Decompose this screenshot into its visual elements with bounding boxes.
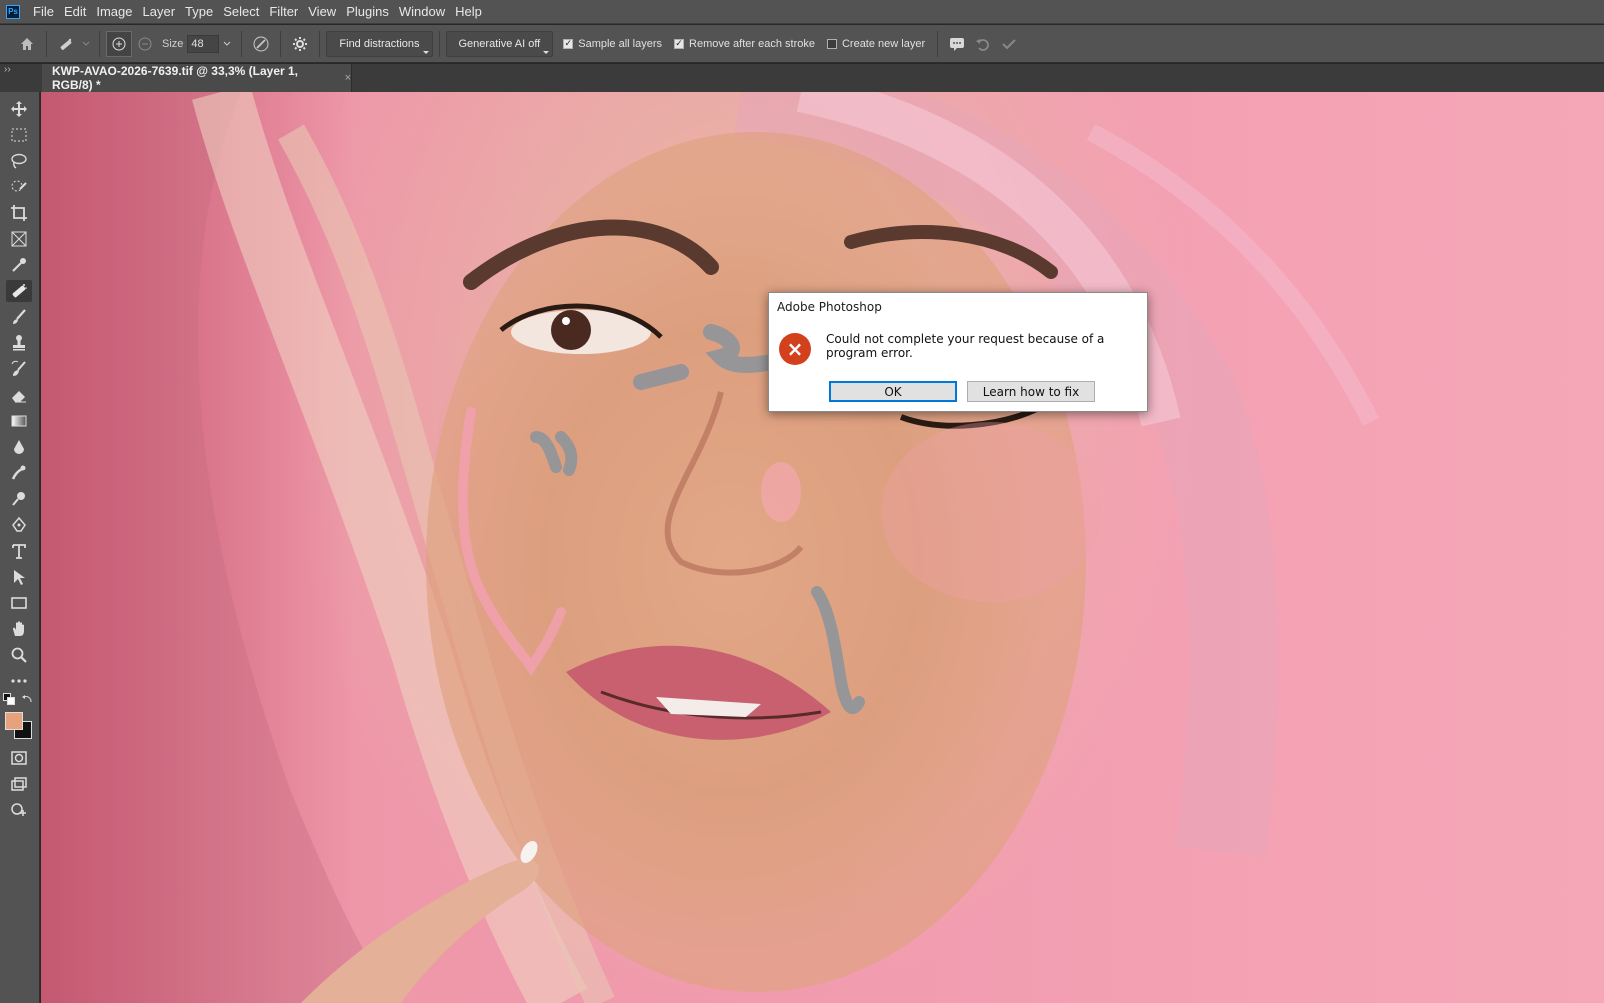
remove-tool-icon[interactable] [6,280,32,302]
gradient-tool-icon[interactable] [6,410,32,432]
error-icon: × [779,333,811,365]
tool-preset-remove-icon[interactable] [53,31,79,57]
sample-all-layers-checkbox[interactable]: ✓ Sample all layers [563,38,662,50]
dialog-title: Adobe Photoshop [777,300,882,314]
quick-mask-icon[interactable] [6,747,32,769]
collapse-panels-icon[interactable]: ›› [4,64,11,75]
document-tab[interactable]: KWP-AVAO-2026-7639.tif @ 33,3% (Layer 1,… [42,64,352,92]
document-canvas[interactable]: Adobe Photoshop × Could not complete you… [41,92,1604,1003]
generative-ai-label: Generative AI off [458,37,541,50]
chevron-down-icon[interactable] [79,31,93,57]
add-mode-icon[interactable] [106,30,132,57]
size-input[interactable]: 48 [187,34,220,53]
path-selection-tool-icon[interactable] [6,566,32,588]
home-icon[interactable] [14,31,40,57]
brush-tool-icon[interactable] [6,306,32,328]
subtract-mode-icon[interactable] [132,31,158,57]
menu-window[interactable]: Window [394,0,450,24]
dodge-tool-icon[interactable] [6,488,32,510]
document-tab-strip: ›› KWP-AVAO-2026-7639.tif @ 33,3% (Layer… [0,64,1604,92]
portrait-photo [41,92,1380,1003]
hand-tool-icon[interactable] [6,618,32,640]
flyout-corner-icon [422,50,429,54]
rectangle-tool-icon[interactable] [6,592,32,614]
photoshop-logo-icon[interactable]: Ps [6,4,20,19]
generative-ai-button[interactable]: Generative AI off [445,30,554,57]
default-colors-icon[interactable] [3,693,15,705]
feedback-icon[interactable] [944,31,970,57]
create-new-layer-checkbox[interactable]: Create new layer [826,37,926,50]
crop-tool-icon[interactable] [6,202,32,224]
divider [319,30,321,57]
zoom-tool-icon[interactable] [6,644,32,666]
history-brush-tool-icon[interactable] [6,358,32,380]
divider [438,30,440,57]
menu-image[interactable]: Image [91,0,137,24]
error-dialog: Adobe Photoshop × Could not complete you… [768,292,1148,412]
pressure-size-icon[interactable] [248,31,274,57]
lasso-tool-icon[interactable] [6,150,32,172]
apply-checkmark-icon[interactable] [996,31,1022,57]
menu-select[interactable]: Select [218,0,264,24]
screen-mode-icon[interactable] [6,773,32,795]
close-tab-icon[interactable]: × [345,72,351,84]
learn-how-to-fix-button[interactable]: Learn how to fix [967,381,1095,402]
divider [937,30,939,57]
menu-help[interactable]: Help [450,0,487,24]
ok-button[interactable]: OK [829,381,957,402]
find-distractions-button[interactable]: Find distractions [326,30,433,57]
pen-tool-icon[interactable] [6,514,32,536]
tools-panel [0,92,40,1003]
remove-after-each-stroke-label: Remove after each stroke [689,37,815,50]
undo-stroke-icon[interactable] [970,31,996,57]
menu-bar: Ps File Edit Image Layer Type Select Fil… [0,0,1604,24]
size-label: Size [162,37,184,50]
eyedropper-tool-icon[interactable] [6,254,32,276]
create-new-layer-label: Create new layer [841,37,926,50]
sample-all-layers-label: Sample all layers [578,37,663,50]
blur-tool-icon[interactable] [6,436,32,458]
menu-layer[interactable]: Layer [138,0,181,24]
flyout-corner-icon [543,50,550,54]
document-tab-title: KWP-AVAO-2026-7639.tif @ 33,3% (Layer 1,… [52,64,299,92]
menu-file[interactable]: File [28,0,59,24]
options-bar: Size 48 Find distractions Generative AI … [0,25,1604,63]
menu-edit[interactable]: Edit [59,0,91,24]
quick-selection-tool-icon[interactable] [6,176,32,198]
marquee-tool-icon[interactable] [6,124,32,146]
size-dropdown-chevron-icon[interactable] [219,31,235,57]
divider [99,30,100,57]
foreground-color-swatch[interactable] [5,712,23,730]
remove-after-each-stroke-checkbox[interactable]: ✓ Remove after each stroke [674,38,815,50]
more-tools-icon[interactable] [6,670,32,692]
clone-stamp-tool-icon[interactable] [6,332,32,354]
settings-gear-icon[interactable] [287,31,313,57]
menu-type[interactable]: Type [180,0,218,24]
checkbox-unchecked-icon[interactable] [826,38,837,49]
smudge-tool-icon[interactable] [6,462,32,484]
divider [46,30,47,57]
checkbox-checked-icon[interactable]: ✓ [563,38,574,49]
divider [280,30,282,57]
swap-colors-icon[interactable] [22,693,34,705]
type-tool-icon[interactable] [6,540,32,562]
edit-toolbar-icon[interactable] [6,799,32,821]
menu-plugins[interactable]: Plugins [341,0,394,24]
menu-filter[interactable]: Filter [264,0,303,24]
find-distractions-label: Find distractions [339,37,420,50]
divider [241,30,243,57]
move-tool-icon[interactable] [6,98,32,120]
menu-view[interactable]: View [303,0,341,24]
frame-tool-icon[interactable] [6,228,32,250]
dialog-message: Could not complete your request because … [826,332,1105,360]
checkbox-checked-icon[interactable]: ✓ [674,38,685,49]
eraser-tool-icon[interactable] [6,384,32,406]
